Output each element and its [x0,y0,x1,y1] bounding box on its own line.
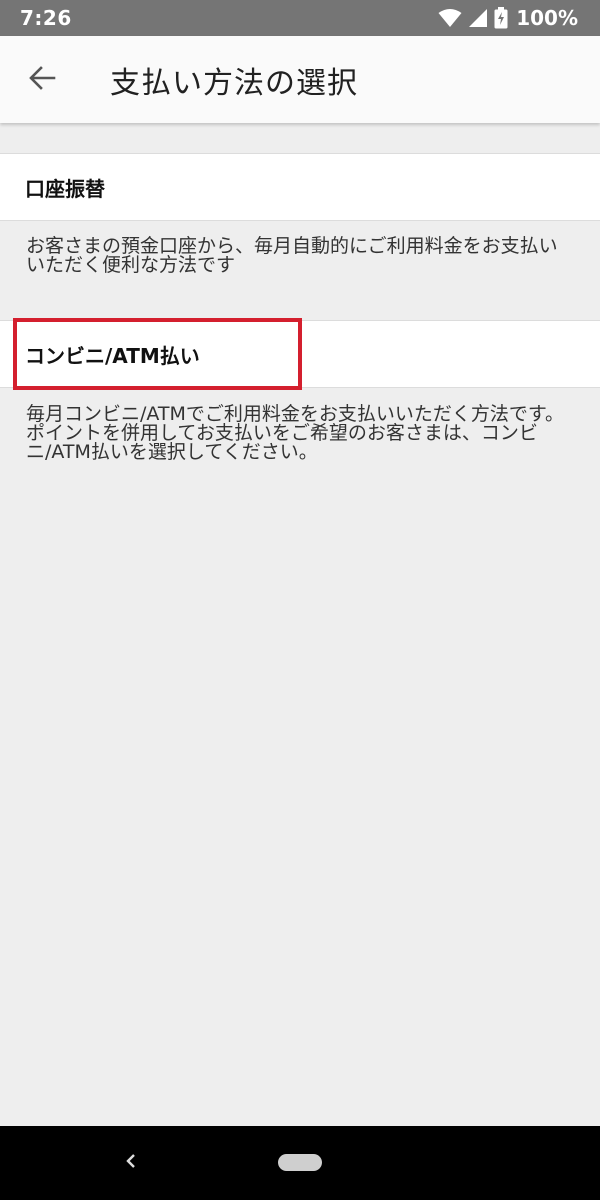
nav-back-button[interactable] [118,1150,144,1176]
description-line: お客さまの預金口座から、毎月自動的にご利用料金をお支払いいただく便利な方法です [26,235,558,276]
chevron-left-icon [124,1153,138,1173]
wifi-icon [438,8,462,28]
description-line: ポイントを併用してお支払いをご希望のお客さまは、コンビニ/ATM払いを選択してく… [26,422,538,463]
arrow-left-icon [28,64,56,96]
battery-charging-icon [494,7,508,29]
status-bar: 7:26 100% [0,0,600,36]
back-button[interactable] [12,50,72,110]
home-pill-icon[interactable] [278,1154,322,1171]
page-title: 支払い方法の選択 [110,65,358,101]
app-bar: 支払い方法の選択 [0,36,600,123]
cell-signal-icon [468,8,488,28]
option-description: 毎月コンビニ/ATMでご利用料金をお支払いいただく方法です。 ポイントを併用して… [26,405,571,462]
option-description: お客さまの預金口座から、毎月自動的にご利用料金をお支払いいただく便利な方法です [26,237,571,275]
navigation-bar [0,1126,600,1200]
option-convenience-store-atm[interactable]: コンビニ/ATM払い [0,320,600,388]
status-time: 7:26 [20,6,72,30]
option-label: コンビニ/ATM払い [25,343,200,368]
option-label: 口座振替 [25,176,105,201]
battery-percent: 100% [516,6,578,30]
status-icons: 100% [438,6,578,30]
option-bank-transfer[interactable]: 口座振替 [0,153,600,221]
